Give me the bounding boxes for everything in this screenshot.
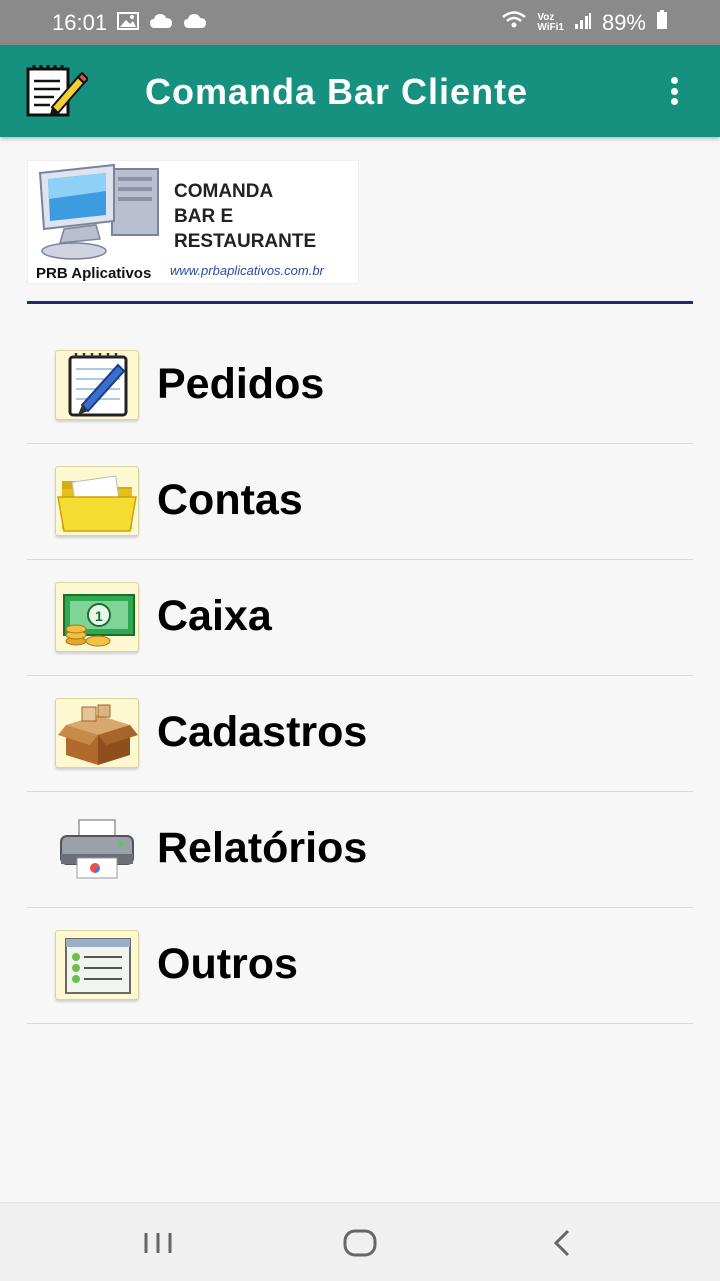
home-icon[interactable]: [340, 1225, 380, 1261]
gallery-icon: [117, 10, 140, 36]
banner-url: www.prbaplicativos.com.br: [170, 263, 324, 278]
status-left: 16:01: [52, 10, 207, 36]
menu-item-label: Cadastros: [157, 708, 368, 756]
money-icon: 1: [55, 582, 139, 652]
banner-brand: PRB Aplicativos: [36, 265, 152, 282]
status-right: Voz WiFi1 89%: [501, 9, 668, 36]
menu-item-label: Relatórios: [157, 824, 368, 872]
menu-item-label: Pedidos: [157, 360, 325, 408]
more-vert-icon[interactable]: [658, 75, 690, 107]
cloud-icon: [149, 10, 173, 36]
cloud-icon: [183, 10, 207, 36]
brand-banner: COMANDA BAR E RESTAURANTE PRB Aplicativo…: [27, 160, 359, 284]
header-divider: [27, 301, 693, 304]
box-icon: [55, 698, 139, 768]
menu-item-label: Outros: [157, 940, 298, 988]
banner-line-2: BAR E: [174, 206, 234, 227]
list-icon: [55, 930, 139, 1000]
app-title: Comanda Bar Cliente: [145, 71, 529, 112]
recents-icon[interactable]: [138, 1225, 178, 1261]
menu-item-pedidos[interactable]: Pedidos: [27, 328, 693, 444]
back-icon[interactable]: [542, 1225, 582, 1261]
status-time: 16:01: [52, 9, 108, 35]
wifi-label-bottom: WiFi1: [537, 21, 564, 33]
battery-percent: 89%: [601, 9, 646, 35]
app-bar: Comanda Bar Cliente: [0, 45, 720, 137]
menu-item-label: Contas: [157, 476, 303, 524]
computer-icon: [38, 163, 159, 260]
printer-icon: [55, 814, 139, 884]
menu-item-outros[interactable]: Outros: [27, 908, 693, 1024]
wifi-calling-label: Voz WiFi1: [537, 11, 564, 33]
banner-line-3: RESTAURANTE: [174, 231, 317, 252]
menu-item-cadastros[interactable]: Cadastros: [27, 676, 693, 792]
battery-icon: [656, 9, 668, 36]
banner-line-1: COMANDA: [174, 181, 274, 202]
system-nav-bar: [0, 1202, 720, 1281]
main-menu: Pedidos Contas 1 Caixa Cadastros Relatór…: [27, 328, 693, 1024]
signal-icon: [574, 10, 592, 36]
menu-item-contas[interactable]: Contas: [27, 444, 693, 560]
notepad-icon: [55, 350, 139, 420]
menu-item-caixa[interactable]: 1 Caixa: [27, 560, 693, 676]
wifi-label-top: Voz: [537, 11, 555, 23]
wifi-icon: [501, 10, 527, 36]
folder-icon: [55, 466, 139, 536]
menu-item-relatorios[interactable]: Relatórios: [27, 792, 693, 908]
status-bar: 16:01 Voz WiFi1 89%: [0, 0, 720, 45]
notepad-pencil-icon: [24, 63, 90, 119]
menu-item-label: Caixa: [157, 592, 272, 640]
svg-text:1: 1: [95, 608, 103, 624]
